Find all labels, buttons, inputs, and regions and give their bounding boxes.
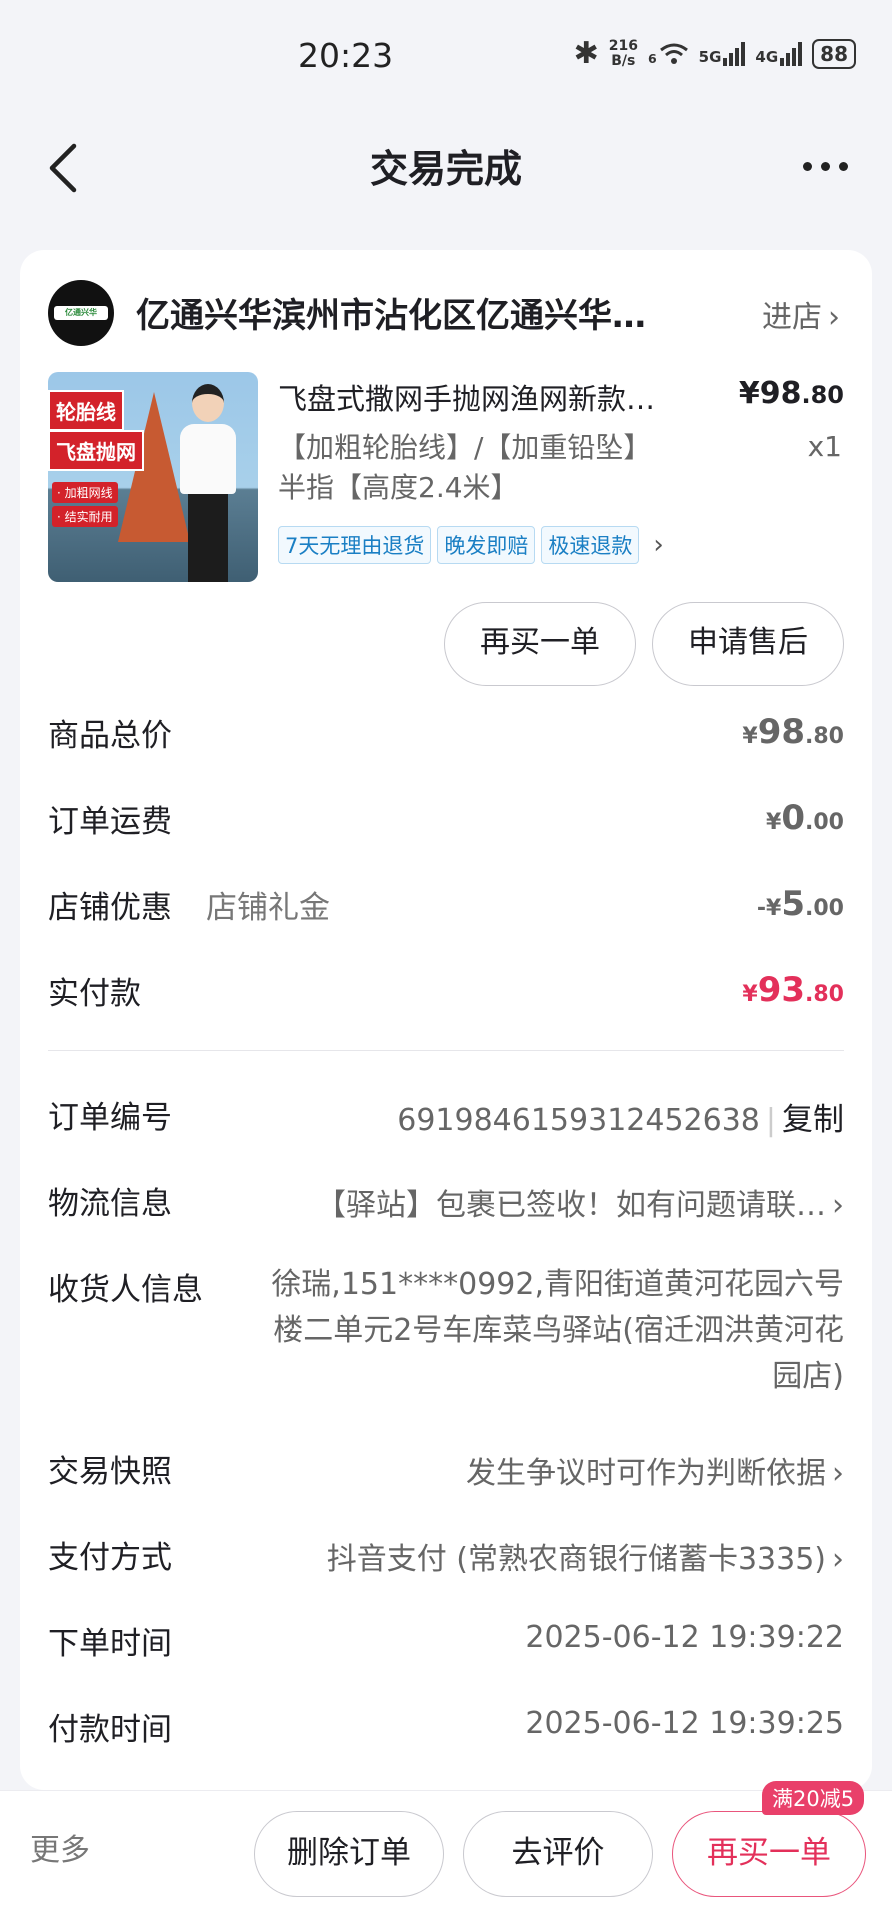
product-title[interactable]: 飞盘式撒网手抛网渔网新款… (278, 376, 708, 418)
row-payment-method[interactable]: 支付方式 抖音支付 (常熟农商银行储蓄卡3335) › (48, 1532, 844, 1582)
promo-badge: 满20减5 (762, 1781, 865, 1815)
bluetooth-icon: ✱ (573, 36, 599, 71)
review-button[interactable]: 去评价 (463, 1811, 653, 1897)
row-shop-discount: 店铺优惠 店铺礼金 -¥5.00 (48, 884, 844, 926)
status-icons: ✱ 216 B/s 6 5G 4G 88 (574, 36, 856, 71)
row-order-time: 下单时间 2025-06-12 19:39:22 (48, 1620, 844, 1662)
order-number: 6919846159312452638 (397, 1103, 760, 1138)
divider (48, 1050, 844, 1051)
row-snapshot[interactable]: 交易快照 发生争议时可作为判断依据 › (48, 1446, 844, 1496)
product-image[interactable]: 轮胎线 飞盘抛网 · 加粗网线 · 结实耐用 (48, 372, 258, 582)
product-price: ¥98.80 (738, 376, 844, 411)
row-pay-time: 付款时间 2025-06-12 19:39:25 (48, 1706, 844, 1748)
copy-button[interactable]: 复制 (782, 1102, 844, 1138)
shop-header[interactable]: 亿通兴华 亿通兴华滨州市沾化区亿通兴华… 进店 › (48, 280, 844, 346)
tag-late-compensation: 晚发即赔 (437, 526, 536, 564)
row-shipping-fee: 订单运费 ¥0.00 (48, 798, 844, 840)
chevron-right-icon: › (832, 1188, 844, 1223)
battery-icon: 88 (812, 38, 856, 69)
pay-time: 2025-06-12 19:39:25 (525, 1706, 844, 1741)
row-actual-paid: 实付款 ¥93.80 (48, 970, 844, 1012)
nav-bar: 交易完成 (0, 120, 892, 210)
chevron-right-icon: › (828, 300, 840, 335)
tag-fast-refund: 极速退款 (541, 526, 640, 564)
enter-shop-link[interactable]: 进店 › (762, 292, 840, 336)
wifi-icon: 6 (648, 42, 689, 66)
status-time: 20:23 (298, 36, 394, 75)
shipping-fee-value: ¥0.00 (766, 798, 844, 838)
net-speed: 216 B/s (608, 37, 638, 69)
row-logistics[interactable]: 物流信息 【驿站】包裹已签收！如有问题请联… › (48, 1178, 844, 1228)
actual-paid-value: ¥93.80 (742, 970, 844, 1010)
receiver-info: 徐瑞,151****0992,青阳街道黄河花园六号楼二单元2号车库菜鸟驿站(宿迁… (271, 1267, 844, 1394)
rebuy-button[interactable]: 再买一单 (444, 602, 636, 686)
order-card: 亿通兴华 亿通兴华滨州市沾化区亿通兴华… 进店 › 轮胎线 飞盘抛网 · 加粗网线… (20, 250, 872, 1790)
chevron-right-icon: › (832, 1542, 844, 1577)
model-figure (180, 384, 236, 582)
signal-icon-sim1: 5G (699, 41, 746, 66)
after-sale-button[interactable]: 申请售后 (652, 602, 844, 686)
chevron-right-icon: › (832, 1456, 844, 1491)
row-order-number: 订单编号 6919846159312452638 | 复制 (48, 1100, 844, 1138)
tag-7day-return: 7天无理由退货 (278, 526, 432, 564)
shop-discount-value: -¥5.00 (756, 884, 844, 924)
product-quantity: x1 (807, 430, 842, 463)
page-title: 交易完成 (369, 147, 522, 191)
shop-logo: 亿通兴华 (48, 280, 114, 346)
shop-name: 亿通兴华滨州市沾化区亿通兴华… (136, 296, 646, 336)
goods-total-value: ¥98.80 (742, 712, 844, 752)
signal-icon-sim2: 4G (755, 41, 803, 66)
delete-order-button[interactable]: 删除订单 (254, 1811, 444, 1897)
snapshot-hint: 发生争议时可作为判断依据 (466, 1456, 826, 1491)
rebuy-button-primary[interactable]: 再买一单 (672, 1811, 866, 1897)
row-goods-total: 商品总价 ¥98.80 (48, 712, 844, 754)
status-bar: 20:23 ✱ 216 B/s 6 5G 4G 88 (0, 0, 892, 100)
logistics-status: 【驿站】包裹已签收！如有问题请联… (316, 1188, 826, 1223)
service-tags[interactable]: 7天无理由退货 晚发即赔 极速退款 › (278, 526, 664, 564)
order-time: 2025-06-12 19:39:22 (525, 1620, 844, 1655)
bottom-action-bar: 更多 删除订单 去评价 再买一单 满20减5 (0, 1781, 892, 1920)
product-spec: 【加粗轮胎线】/【加重铅坠】半指【高度2.4米】 (278, 431, 652, 504)
more-dots-icon[interactable] (803, 162, 848, 171)
payment-method: 抖音支付 (常熟农商银行储蓄卡3335) (326, 1542, 826, 1577)
more-button[interactable]: 更多 (30, 1825, 90, 1869)
chevron-right-icon: › (653, 530, 664, 560)
